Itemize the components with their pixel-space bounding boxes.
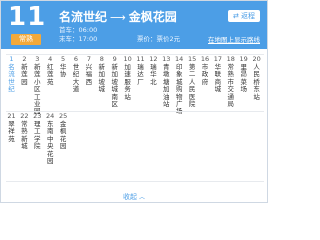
stop-name: 瑞达厂 — [137, 63, 144, 86]
collapse-button[interactable]: 收起 ︿ — [123, 191, 145, 204]
stop-name: 名流世纪 — [8, 63, 15, 94]
stop-name: 金枫花园 — [59, 120, 67, 151]
stop-item[interactable]: 25 金枫花园 — [58, 112, 69, 151]
stop-item[interactable]: 20 人民桥东站 — [251, 55, 262, 101]
stop-item[interactable]: 6 世纪大道 — [71, 55, 82, 94]
first-bus-time: 首车：06:00 — [59, 26, 98, 34]
stop-item[interactable]: 8 新加坡城 — [96, 55, 107, 94]
collapse-label: 收起 — [122, 193, 137, 201]
stop-item[interactable]: 15 第二人民医院 — [187, 55, 198, 108]
stop-name: 东南中央花园 — [46, 120, 54, 166]
stop-row-1: 1 名流世纪 2 新莲园 3 新莲小区工业园 4 红莲苑 5 华协 6 世纪大道 7 兴福西 8 新加坡城 9 新… — [6, 54, 264, 115]
route-number: 11 — [8, 2, 47, 32]
stop-item[interactable]: 21 翠祥苑 — [6, 112, 17, 143]
stop-item[interactable]: 10 加速服务站 — [122, 55, 133, 101]
stop-name: 新加坡城南区 — [111, 63, 118, 109]
stop-item[interactable]: 4 红莲苑 — [45, 55, 56, 86]
stop-name: 华协 — [59, 63, 67, 79]
stop-item[interactable]: 12 瑞华北 — [148, 55, 159, 86]
show-on-map-link[interactable]: 在地图上显示路线 — [208, 36, 260, 44]
direction-arrow-icon: ⟶ — [110, 11, 126, 24]
stop-name: 翠祥苑 — [8, 120, 15, 143]
stop-name: 印象城购物广场 — [175, 63, 183, 116]
stop-name: 青墩塘加油站 — [163, 63, 170, 109]
swap-icon: ⇄ — [232, 12, 239, 20]
stop-name: 华联商城 — [214, 63, 222, 94]
stop-item[interactable]: 1 名流世纪 — [6, 55, 17, 94]
reverse-route-label: 返程 — [241, 12, 256, 20]
city-badge: 常熟 — [11, 34, 41, 45]
stop-item[interactable]: 13 青墩塘加油站 — [161, 55, 172, 108]
stop-item[interactable]: 17 华联商城 — [212, 55, 223, 94]
stop-name: 市政府 — [201, 63, 209, 86]
stop-item[interactable]: 2 新莲园 — [19, 55, 30, 86]
stop-item[interactable]: 19 里昂菜场 — [238, 55, 249, 94]
last-bus-time: 末车：17:00 — [59, 35, 98, 43]
stop-name: 新莲小区工业园 — [34, 63, 41, 116]
stop-name: 世纪大道 — [72, 63, 80, 94]
stop-item[interactable]: 11 瑞达厂 — [135, 55, 146, 86]
end-station: 金枫花园 — [128, 10, 177, 24]
stop-name: 理工学院 — [34, 120, 41, 151]
reverse-route-button[interactable]: ⇄ 返程 — [228, 10, 260, 22]
route-header: 11 常熟 名流世纪 ⟶ 金枫花园 ⇄ 返程 首车：06:00 末车：17:00 票… — [1, 1, 267, 49]
stop-name: 第二人民医院 — [188, 63, 196, 109]
stop-name: 人民桥东站 — [253, 63, 260, 101]
stop-item[interactable]: 22 常熟新城 — [19, 112, 30, 151]
card-footer: 收起 ︿ — [1, 184, 267, 201]
divider — [6, 181, 264, 182]
bus-route-card: 11 常熟 名流世纪 ⟶ 金枫花园 ⇄ 返程 首车：06:00 末车：17:00 票… — [0, 0, 268, 203]
stop-name: 里昂菜场 — [240, 63, 247, 94]
stop-name: 常熟市交通局 — [227, 63, 235, 109]
fare-info: 票价：票价2元 — [137, 35, 181, 43]
stop-item[interactable]: 23 理工学院 — [32, 112, 43, 151]
start-station: 名流世纪 — [59, 10, 108, 24]
stop-name: 红莲苑 — [46, 63, 54, 86]
stop-item[interactable]: 3 新莲小区工业园 — [32, 55, 43, 116]
chevron-up-icon: ︿ — [138, 194, 145, 201]
stop-item[interactable]: 14 印象城购物广场 — [174, 55, 185, 116]
stop-list: 1 名流世纪 2 新莲园 3 新莲小区工业园 4 红莲苑 5 华协 6 世纪大道 7 兴福西 8 新加坡城 9 新… — [1, 49, 267, 179]
route-title: 名流世纪 ⟶ 金枫花园 — [59, 9, 177, 26]
stop-name: 瑞华北 — [150, 63, 157, 86]
stop-item[interactable]: 24 东南中央花园 — [45, 112, 56, 165]
stop-name: 加速服务站 — [124, 63, 131, 101]
stop-item[interactable]: 9 新加坡城南区 — [109, 55, 120, 108]
stop-name: 常熟新城 — [21, 120, 28, 151]
stop-item[interactable]: 5 华协 — [58, 55, 69, 79]
stop-name: 新莲园 — [21, 63, 28, 86]
stop-item[interactable]: 7 兴福西 — [83, 55, 94, 86]
stop-item[interactable]: 16 市政府 — [200, 55, 211, 86]
stop-name: 兴福西 — [85, 63, 93, 86]
stop-row-2: 21 翠祥苑 22 常熟新城 23 理工学院 24 东南中央花园 25 金枫花园 — [6, 111, 264, 168]
stop-item[interactable]: 18 常熟市交通局 — [225, 55, 236, 108]
stop-name: 新加坡城 — [98, 63, 106, 94]
